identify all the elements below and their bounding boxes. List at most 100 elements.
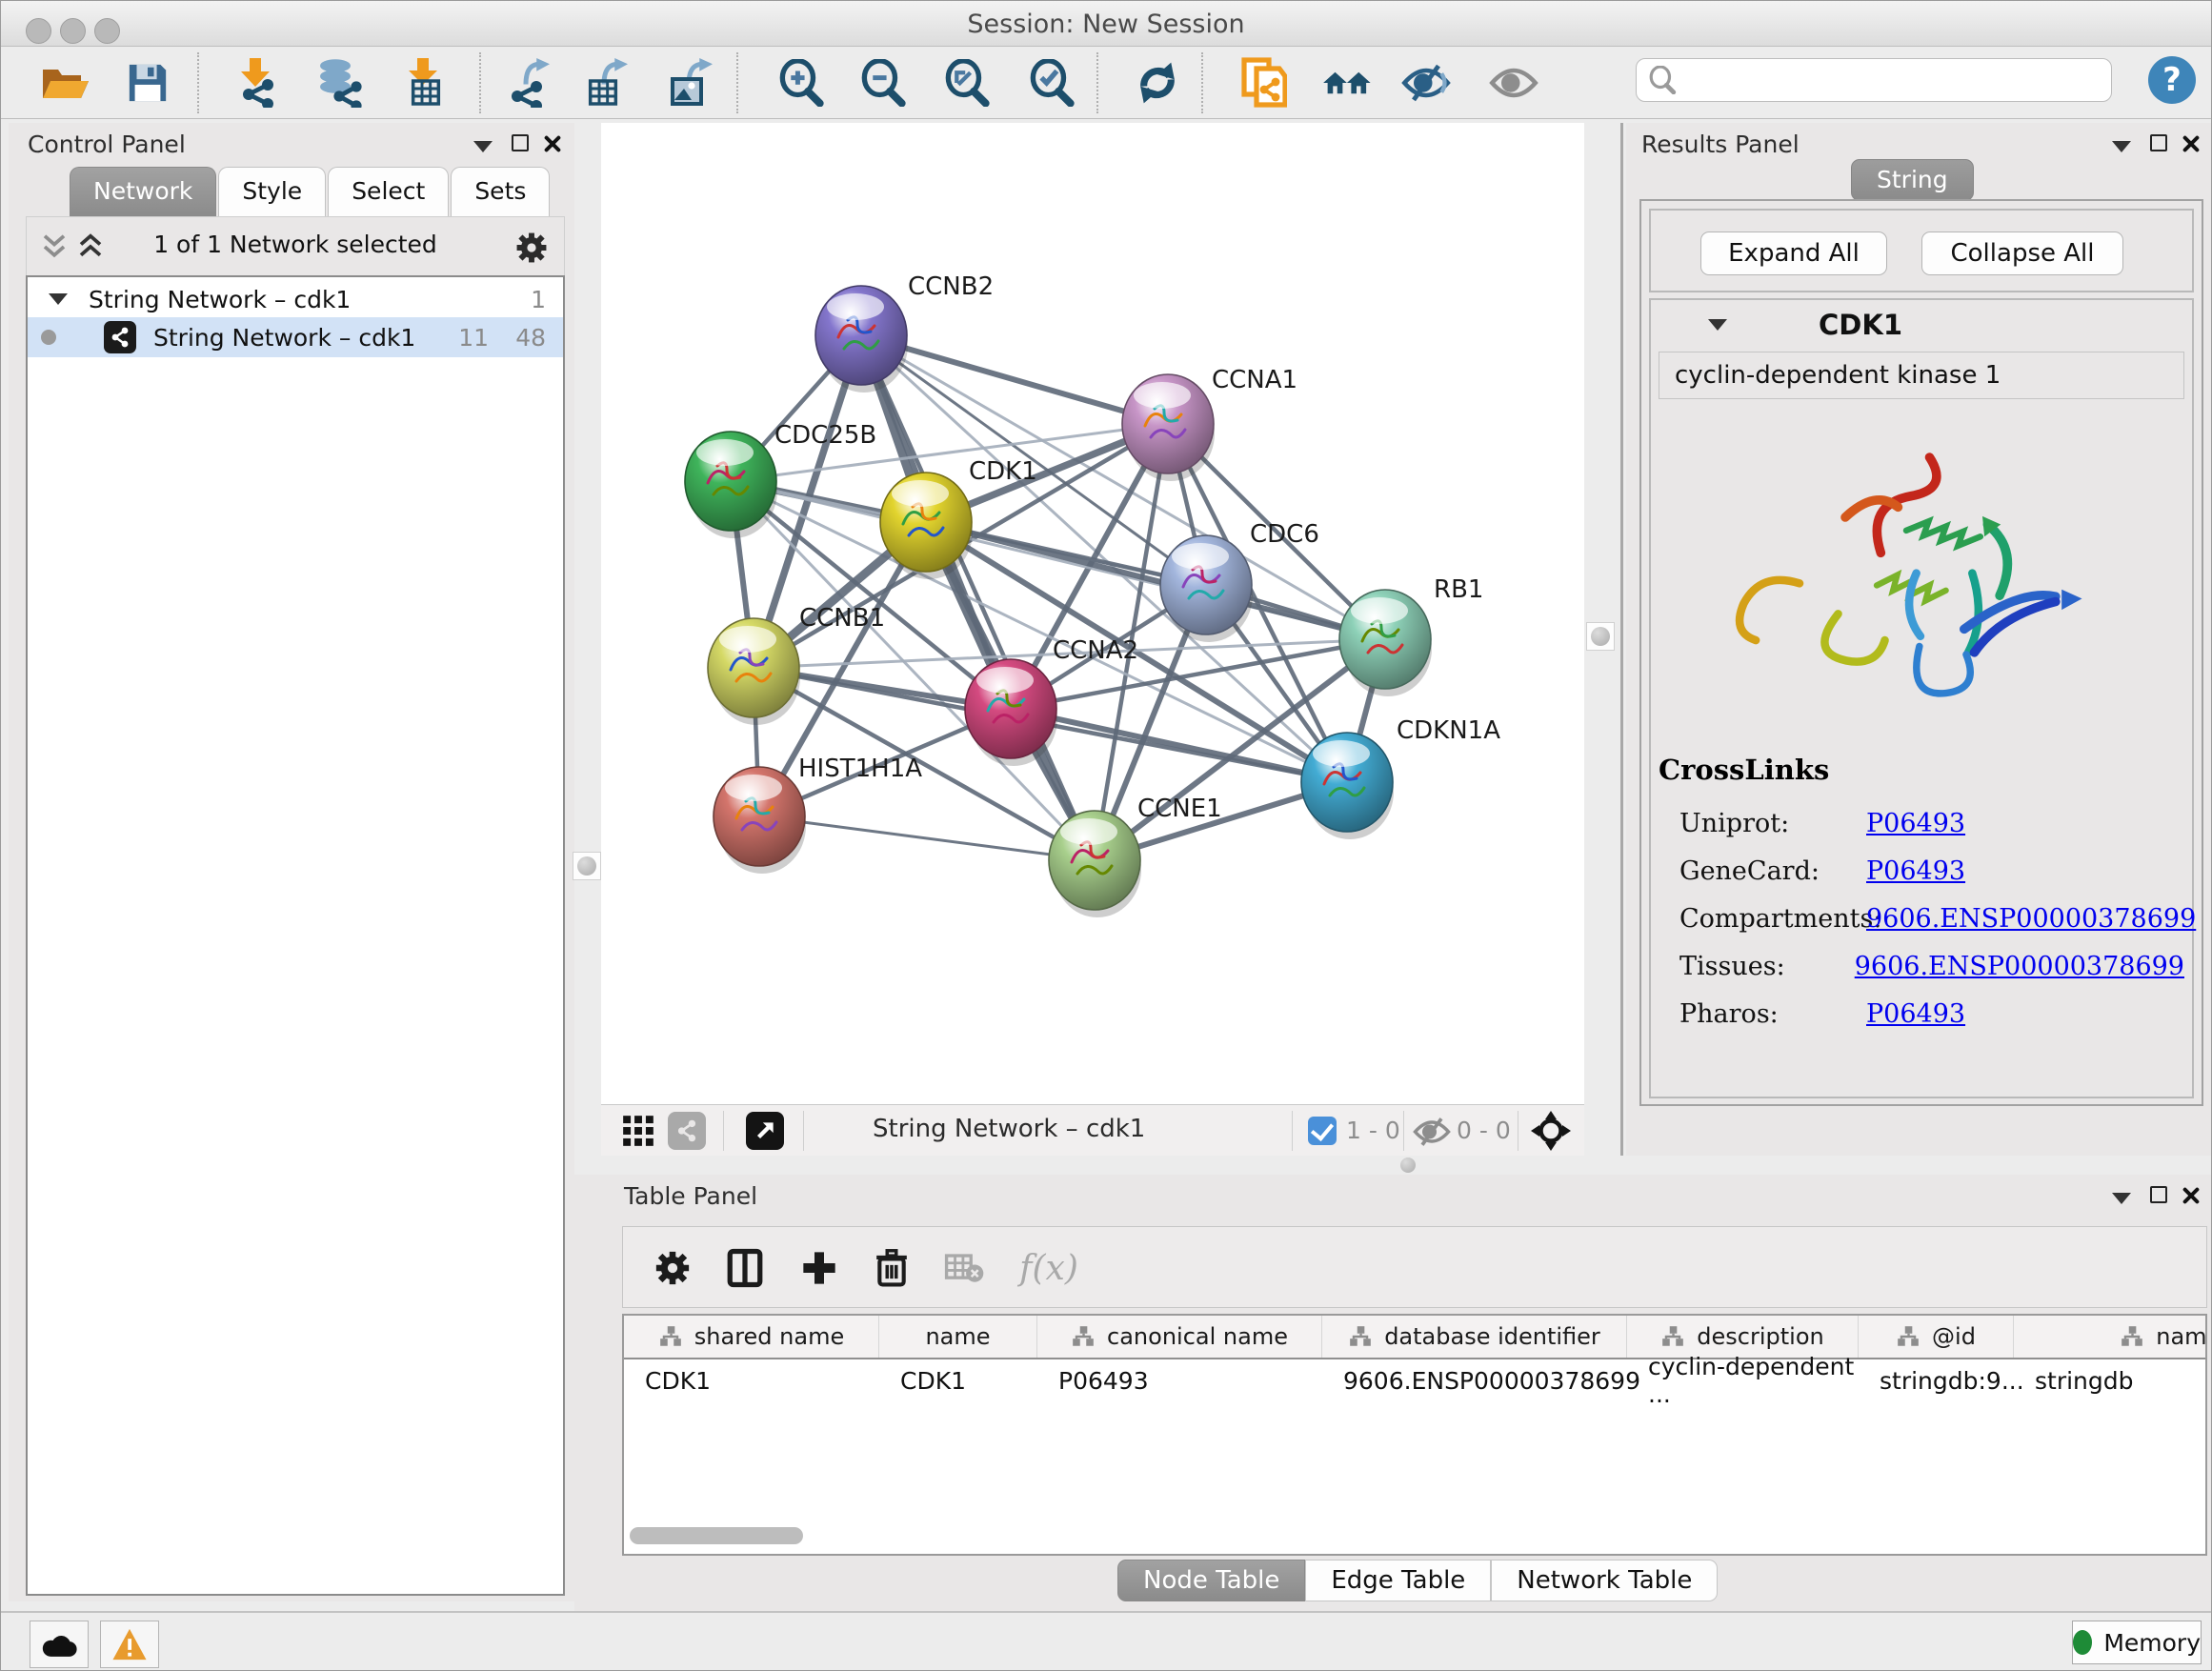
table-splitter[interactable] <box>574 1156 2212 1175</box>
network-row-selected[interactable]: String Network – cdk1 11 48 <box>28 317 563 357</box>
node-HIST1H1A[interactable]: HIST1H1A <box>714 755 922 874</box>
import-network-from-file-button[interactable] <box>227 54 284 111</box>
import-network-from-database-button[interactable] <box>311 54 368 111</box>
horizontal-scrollbar[interactable] <box>630 1527 803 1544</box>
tab-edge-table[interactable]: Edge Table <box>1305 1560 1491 1601</box>
table-settings-gear-button[interactable] <box>644 1239 701 1297</box>
crosslink-link[interactable]: P06493 <box>1866 999 1965 1029</box>
network-graph[interactable]: CCNB2CCNA1CDC25BCDK1CDC6RB1CCNB1CCNA2CDK… <box>601 123 1584 1104</box>
zoom-in-button[interactable] <box>773 54 830 111</box>
results-panel-float-button[interactable] <box>2150 134 2167 155</box>
warnings-button[interactable] <box>100 1621 159 1668</box>
control-panel-close-button[interactable] <box>542 134 561 157</box>
application-window: Session: New Session <box>0 0 2212 1671</box>
collapse-all-results-button[interactable]: Collapse All <box>1921 232 2123 275</box>
help-button[interactable]: ? <box>2148 56 2196 104</box>
edge-CCNE1-HIST1H1A[interactable] <box>759 816 1095 860</box>
node-result-header[interactable]: CDK1 <box>1651 300 2192 350</box>
cloud-status-button[interactable] <box>30 1621 89 1668</box>
edge-CCNA2-CDKN1A[interactable] <box>1011 709 1347 782</box>
table-cell[interactable]: cyclin-dependent ... <box>1627 1361 1859 1399</box>
new-network-from-selection-button[interactable] <box>1236 54 1293 111</box>
right-splitter-handle[interactable] <box>1586 622 1615 651</box>
column-header-canonicalname[interactable]: canonical name <box>1037 1316 1322 1358</box>
search-box[interactable] <box>1636 58 2112 102</box>
fit-content-button[interactable] <box>938 54 995 111</box>
export-table-button[interactable] <box>579 54 636 111</box>
results-panel-close-button[interactable] <box>2181 134 2200 157</box>
network-collection-row[interactable]: String Network – cdk1 1 <box>28 279 563 319</box>
hide-selected-button[interactable] <box>1398 54 1455 111</box>
collection-expander[interactable] <box>49 293 68 305</box>
tab-network[interactable]: Network <box>70 167 216 216</box>
table-cell[interactable]: stringdb:9... <box>1859 1361 2014 1399</box>
search-input[interactable] <box>1677 67 2086 93</box>
open-session-button[interactable] <box>37 54 94 111</box>
expand-all-results-button[interactable]: Expand All <box>1700 232 1887 275</box>
tab-style[interactable]: Style <box>218 167 326 216</box>
table-panel-close-button[interactable] <box>2181 1186 2200 1209</box>
table-cell[interactable]: CDK1 <box>624 1361 879 1399</box>
memory-button[interactable]: Memory <box>2072 1621 2202 1664</box>
tab-network-table[interactable]: Network Table <box>1491 1560 1718 1601</box>
hidden-eye-icon[interactable] <box>1413 1117 1451 1151</box>
show-columns-button[interactable] <box>716 1239 774 1297</box>
network-thumbnail-button[interactable] <box>668 1112 706 1150</box>
crosslink-link[interactable]: P06493 <box>1866 856 1965 886</box>
results-panel-menu-button[interactable] <box>2112 138 2131 156</box>
node-CDKN1A[interactable]: CDKN1A <box>1301 716 1500 839</box>
column-header-id[interactable]: @id <box>1859 1316 2014 1358</box>
table-cell[interactable]: P06493 <box>1037 1361 1322 1399</box>
function-builder-button[interactable]: f(x) <box>1006 1239 1092 1297</box>
table-panel-float-button[interactable] <box>2150 1186 2167 1207</box>
birdseye-view-button[interactable] <box>620 1113 656 1153</box>
node-RB1[interactable]: RB1 <box>1339 575 1483 696</box>
import-database-icon <box>314 58 364 108</box>
first-neighbors-button[interactable] <box>1319 54 1377 111</box>
selected-nodes-checkbox[interactable] <box>1308 1117 1337 1145</box>
column-header-databaseidentifier[interactable]: database identifier <box>1322 1316 1627 1358</box>
zoom-selected-button[interactable] <box>1023 54 1080 111</box>
network-canvas[interactable]: CCNB2CCNA1CDC25BCDK1CDC6RB1CCNB1CCNA2CDK… <box>601 123 1584 1104</box>
tab-node-table[interactable]: Node Table <box>1117 1560 1305 1601</box>
column-header-namespace[interactable]: namespace <box>2014 1316 2207 1358</box>
crosslink-link[interactable]: 9606.ENSP00000378699 <box>1866 904 2196 934</box>
crosslink-link[interactable]: P06493 <box>1866 809 1965 838</box>
table-row[interactable]: CDK1CDK1P064939606.ENSP00000378699cyclin… <box>624 1361 2207 1399</box>
export-network-button[interactable] <box>501 54 558 111</box>
tab-sets[interactable]: Sets <box>451 167 550 216</box>
network-options-gear-button[interactable] <box>514 231 549 269</box>
delete-table-button[interactable] <box>935 1239 993 1297</box>
table-panel-title: Table Panel <box>624 1182 757 1210</box>
node-table[interactable]: shared namenamecanonical namedatabase id… <box>622 1314 2207 1556</box>
zoom-out-button[interactable] <box>855 54 912 111</box>
save-session-button[interactable] <box>119 54 176 111</box>
tab-select[interactable]: Select <box>328 167 449 216</box>
node-CDK1[interactable]: CDK1 <box>880 457 1037 579</box>
left-splitter[interactable] <box>574 123 601 1156</box>
tab-string[interactable]: String <box>1851 159 1974 201</box>
left-splitter-handle[interactable] <box>573 852 601 880</box>
crosslink-link[interactable]: 9606.ENSP00000378699 <box>1855 952 2184 981</box>
node-CDC6[interactable]: CDC6 <box>1160 520 1319 642</box>
delete-columns-button[interactable] <box>863 1239 920 1297</box>
table-cell[interactable]: CDK1 <box>879 1361 1037 1399</box>
control-panel-menu-button[interactable] <box>473 138 493 156</box>
control-panel-float-button[interactable] <box>512 134 529 155</box>
right-splitter[interactable] <box>1584 123 1620 1156</box>
pan-crosshair-button[interactable] <box>1531 1111 1571 1155</box>
table-cell[interactable]: 9606.ENSP00000378699 <box>1322 1361 1627 1399</box>
crosslink-row: Pharos:P06493 <box>1659 990 2184 1037</box>
entry-expander[interactable] <box>1708 319 1727 331</box>
column-header-description[interactable]: description <box>1627 1316 1859 1358</box>
import-table-from-file-button[interactable] <box>395 54 452 111</box>
column-header-name[interactable]: name <box>879 1316 1037 1358</box>
column-header-sharedname[interactable]: shared name <box>624 1316 879 1358</box>
table-panel-menu-button[interactable] <box>2112 1190 2131 1208</box>
apply-layout-button[interactable] <box>1129 54 1186 111</box>
show-all-button[interactable] <box>1485 54 1542 111</box>
export-image-button[interactable] <box>664 54 721 111</box>
open-in-new-window-button[interactable] <box>746 1112 784 1150</box>
table-cell[interactable]: stringdb <box>2014 1361 2207 1399</box>
create-column-button[interactable] <box>791 1239 848 1297</box>
